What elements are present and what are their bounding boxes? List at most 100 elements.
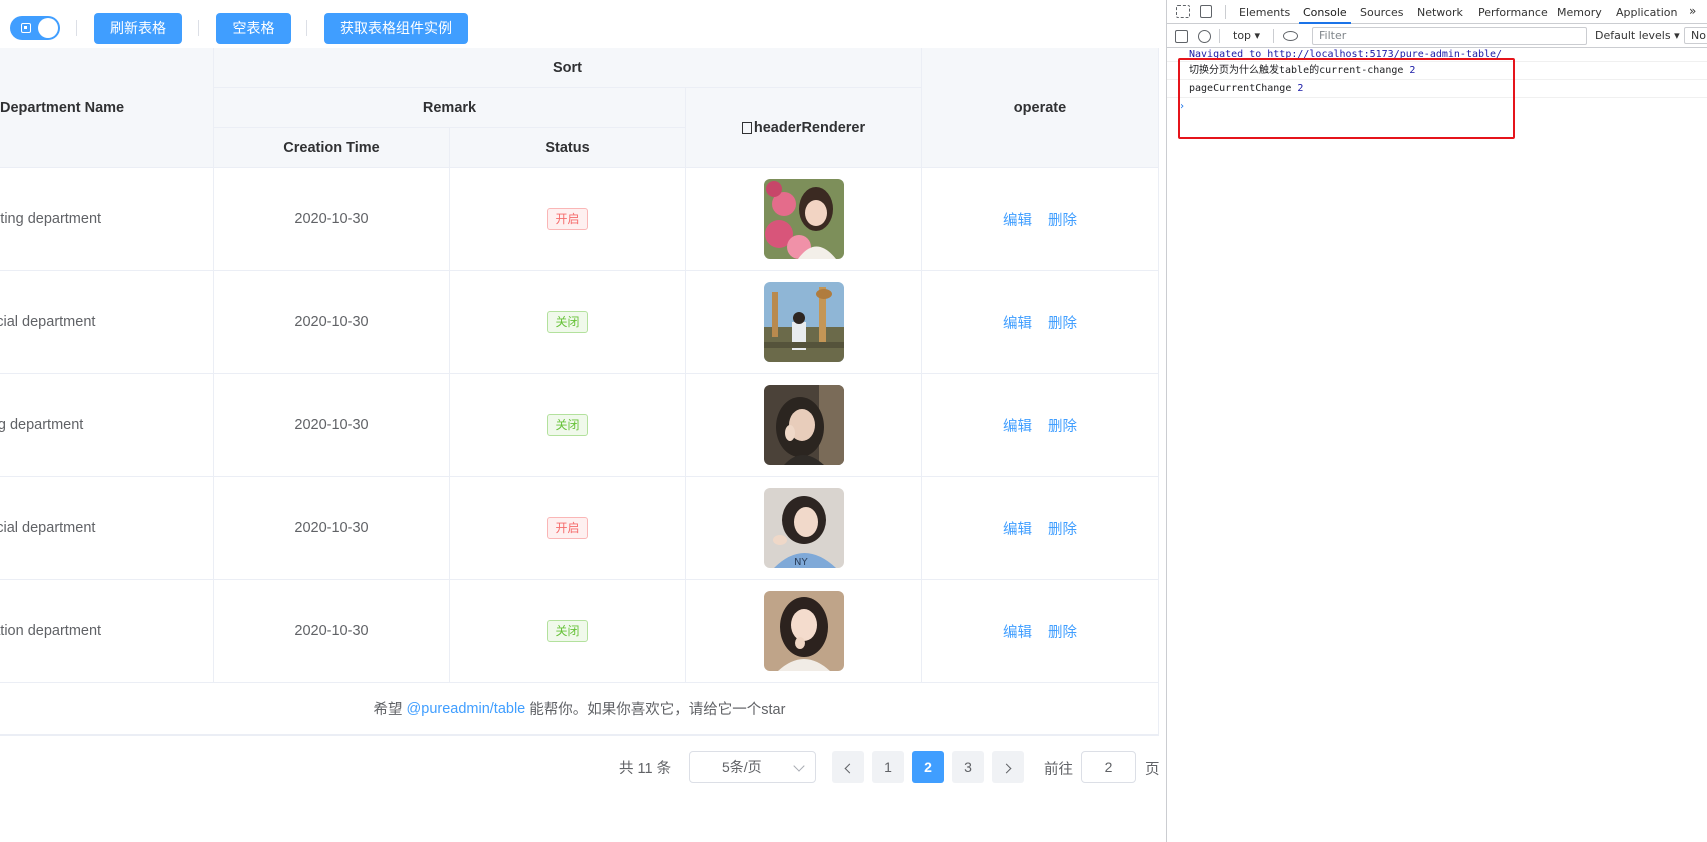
header-status[interactable]: Status	[450, 128, 686, 168]
operate-cell: 编辑 删除	[922, 580, 1159, 683]
tab-application[interactable]: Application	[1616, 6, 1677, 19]
page-3-button[interactable]: 3	[952, 751, 984, 783]
tab-elements[interactable]: Elements	[1239, 6, 1290, 19]
edit-link[interactable]: 编辑	[1003, 312, 1032, 333]
refresh-table-button[interactable]: 刷新表格	[94, 13, 182, 44]
table-row-3[interactable]: Testing department	[0, 374, 214, 477]
console-filter-input[interactable]: Filter	[1312, 27, 1587, 45]
header-department-name[interactable]: Department Name	[0, 48, 214, 168]
tab-performance[interactable]: Performance	[1478, 6, 1548, 19]
table-toolbar: 刷新表格 空表格 获取表格组件实例	[0, 0, 1166, 48]
avatar-image[interactable]	[763, 282, 844, 362]
chevron-down-icon	[793, 760, 805, 772]
switch-knob	[38, 18, 58, 38]
eye-icon[interactable]	[1283, 31, 1298, 41]
avatar-image[interactable]	[763, 385, 844, 465]
goto-label: 前往	[1044, 762, 1073, 778]
delete-link[interactable]: 删除	[1048, 518, 1077, 539]
devtools-tabbar: Elements Console Sources Network Perform…	[1167, 0, 1707, 24]
status-badge: 关闭	[547, 311, 588, 333]
avatar-image[interactable]	[763, 179, 844, 259]
status-cell: 关闭	[450, 580, 686, 683]
more-tabs-icon[interactable]: »	[1689, 4, 1696, 18]
status-cell: 关闭	[450, 271, 686, 374]
delete-link[interactable]: 删除	[1048, 209, 1077, 230]
edit-link[interactable]: 编辑	[1003, 415, 1032, 436]
empty-table-button[interactable]: 空表格	[216, 13, 291, 44]
console-log-entry: 切换分页为什么触发table的current-change 2	[1167, 62, 1707, 80]
bar-divider	[1219, 29, 1220, 43]
device-toolbar-icon[interactable]	[1200, 5, 1212, 18]
devtools-panel: Elements Console Sources Network Perform…	[1166, 0, 1707, 842]
table-row-5[interactable]: Operation department	[0, 580, 214, 683]
toolbar-divider	[306, 20, 307, 36]
context-select[interactable]: top ▾	[1233, 29, 1260, 42]
table-row-1[interactable]: Marketing department	[0, 168, 214, 271]
tab-divider	[1225, 5, 1226, 19]
issues-button[interactable]: No	[1684, 27, 1707, 44]
pureadmin-table-link[interactable]: @pureadmin/table	[407, 701, 526, 717]
table-append-footer: 希望 @pureadmin/table 能帮你。如果你喜欢它，请给它一个star	[0, 683, 1159, 735]
inspect-element-icon[interactable]	[1176, 5, 1190, 18]
creation-time-cell: 2020-10-30	[214, 374, 450, 477]
clear-console-icon[interactable]	[1198, 30, 1211, 43]
status-badge: 开启	[547, 517, 588, 539]
creation-time-cell: 2020-10-30	[214, 271, 450, 374]
page-2-button[interactable]: 2	[912, 751, 944, 783]
delete-link[interactable]: 删除	[1048, 621, 1077, 642]
tab-console[interactable]: Console	[1299, 6, 1351, 24]
page-size-select[interactable]: 5条/页	[689, 751, 816, 783]
operate-cell: 编辑 删除	[922, 168, 1159, 271]
edit-link[interactable]: 编辑	[1003, 209, 1032, 230]
toolbar-divider	[198, 20, 199, 36]
header-renderer[interactable]: headerRenderer	[686, 88, 922, 168]
avatar-image[interactable]: NY	[763, 488, 844, 568]
toolbar-divider	[76, 20, 77, 36]
edit-link[interactable]: 编辑	[1003, 621, 1032, 642]
svg-text:NY: NY	[794, 557, 808, 568]
status-badge: 开启	[547, 208, 588, 230]
tab-network[interactable]: Network	[1417, 6, 1463, 19]
delete-link[interactable]: 删除	[1048, 312, 1077, 333]
next-page-button[interactable]	[992, 751, 1024, 783]
header-remark[interactable]: Remark	[214, 88, 686, 128]
prev-page-button[interactable]	[832, 751, 864, 783]
creation-time-cell: 2020-10-30	[214, 477, 450, 580]
header-creation-time[interactable]: Creation Time	[214, 128, 450, 168]
operate-cell: 编辑 删除	[922, 477, 1159, 580]
header-operate[interactable]: operate	[922, 48, 1159, 168]
tab-memory[interactable]: Memory	[1557, 6, 1602, 19]
get-instance-button[interactable]: 获取表格组件实例	[324, 13, 468, 44]
table-row-2[interactable]: Financial department	[0, 271, 214, 374]
header-sort[interactable]: Sort	[214, 48, 922, 88]
creation-time-cell: 2020-10-30	[214, 580, 450, 683]
status-cell: 关闭	[450, 374, 686, 477]
image-cell	[686, 271, 922, 374]
creation-time-cell: 2020-10-30	[214, 168, 450, 271]
bar-divider	[1273, 29, 1274, 43]
image-cell	[686, 580, 922, 683]
data-table: Department Name Sort Remark Creation Tim…	[0, 48, 1159, 736]
edit-link[interactable]: 编辑	[1003, 518, 1032, 539]
goto-page-input[interactable]: 2	[1081, 751, 1136, 783]
image-cell	[686, 168, 922, 271]
app-area: 刷新表格 空表格 获取表格组件实例 Department Name Sort R…	[0, 0, 1166, 842]
sidebar-toggle-icon[interactable]	[1175, 30, 1188, 43]
chevron-left-icon	[844, 763, 855, 774]
console-toolbar: top ▾ Filter Default levels ▾ No	[1167, 24, 1707, 48]
status-badge: 关闭	[547, 620, 588, 642]
table-size-switch[interactable]	[10, 16, 60, 40]
table-row-4[interactable]: Financial department	[0, 477, 214, 580]
page-suffix-label: 页	[1145, 762, 1160, 778]
page-1-button[interactable]: 1	[872, 751, 904, 783]
image-cell: NY	[686, 477, 922, 580]
console-log-entry: pageCurrentChange 2	[1167, 80, 1707, 98]
status-cell: 开启	[450, 168, 686, 271]
tab-sources[interactable]: Sources	[1360, 6, 1404, 19]
avatar-image[interactable]	[763, 591, 844, 671]
console-navigation-message[interactable]: Navigated to http://localhost:5173/pure-…	[1167, 48, 1707, 62]
status-cell: 开启	[450, 477, 686, 580]
console-prompt[interactable]: ›	[1167, 98, 1707, 116]
log-levels-select[interactable]: Default levels ▾	[1595, 29, 1680, 42]
delete-link[interactable]: 删除	[1048, 415, 1077, 436]
